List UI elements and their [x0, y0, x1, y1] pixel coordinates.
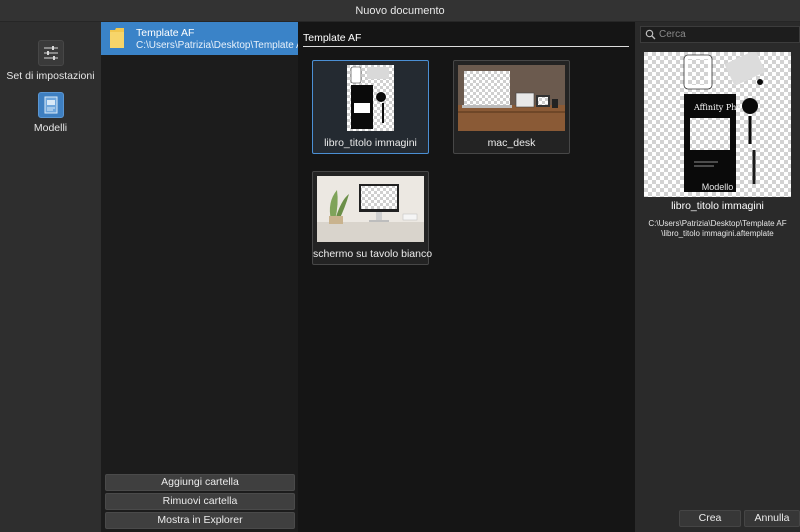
folder-list: Template AF C:\Users\Patrizia\Desktop\Te… [101, 22, 309, 532]
template-name-label: libro_titolo immagini [671, 200, 764, 212]
template-tile-schermo[interactable]: schermo su tavolo bianco [312, 171, 433, 265]
template-name: libro_titolo immagini [324, 137, 417, 149]
folder-path: C:\Users\Patrizia\Desktop\Template AF [136, 40, 309, 51]
template-gallery: Template AF libro_titolo immagini mac_de… [298, 22, 635, 532]
templates-icon [37, 92, 64, 118]
sliders-icon [37, 40, 64, 66]
template-thumbnail [317, 65, 424, 131]
remove-folder-button[interactable]: Rimuovi cartella [105, 493, 295, 510]
cancel-button[interactable]: Annulla [744, 510, 800, 527]
search-input[interactable] [659, 28, 797, 41]
create-button[interactable]: Crea [679, 510, 741, 527]
book-title-text: Affinity Photo [693, 103, 749, 112]
search-icon [645, 29, 656, 40]
sidebar-item-models[interactable]: Modelli [0, 92, 101, 134]
window-title: Nuovo documento [0, 0, 800, 22]
gallery-heading: Template AF [303, 32, 629, 47]
template-tile-mac-desk[interactable]: mac_desk [453, 60, 570, 154]
add-folder-button[interactable]: Aggiungi cartella [105, 474, 295, 491]
folder-item-template-af[interactable]: Template AF C:\Users\Patrizia\Desktop\Te… [101, 22, 309, 55]
show-in-explorer-button[interactable]: Mostra in Explorer [105, 512, 295, 529]
template-tile-libro[interactable]: libro_titolo immagini [312, 60, 429, 154]
template-thumbnail [317, 176, 424, 242]
sidebar-item-label: Set di impostazioni [6, 70, 95, 82]
template-path-line2: \libro_titolo immagini.aftemplate [661, 229, 774, 238]
folder-name: Template AF [136, 27, 195, 39]
folder-icon [109, 27, 125, 49]
template-path-line1: C:\Users\Patrizia\Desktop\Template AF [648, 219, 787, 228]
template-type-label: Modello [701, 182, 734, 192]
template-name: mac_desk [487, 137, 536, 149]
template-name: schermo su tavolo bianco [313, 248, 433, 260]
details-panel: Affinity Photo Modello libro_titolo imma… [635, 22, 800, 532]
category-sidebar: Set di impostazioni Modelli [0, 22, 101, 532]
search-box[interactable] [640, 26, 800, 43]
sidebar-item-presets[interactable]: Set di impostazioni [0, 40, 101, 82]
sidebar-item-label: Modelli [33, 122, 68, 134]
template-thumbnail [458, 65, 565, 131]
template-preview: Affinity Photo [644, 49, 791, 197]
